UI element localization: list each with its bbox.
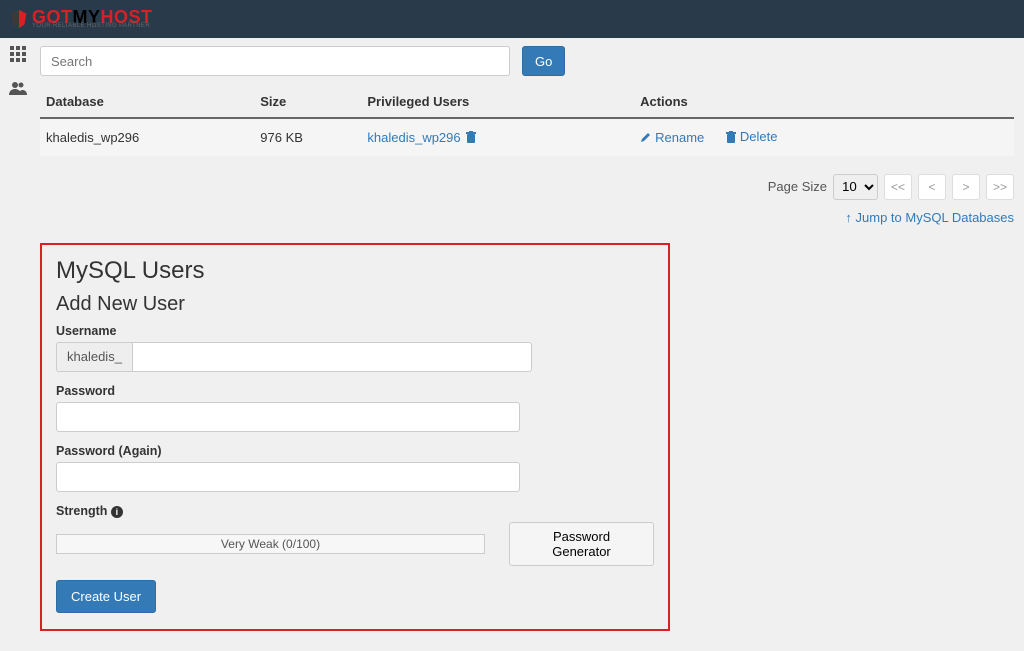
page-size-label: Page Size — [768, 179, 827, 194]
password-generator-button[interactable]: Password Generator — [509, 522, 654, 566]
trash-icon — [726, 131, 736, 143]
shield-icon — [8, 8, 30, 30]
pager-next[interactable]: > — [952, 174, 980, 200]
databases-table: Database Size Privileged Users Actions k… — [40, 86, 1014, 156]
col-header-users: Privileged Users — [361, 86, 634, 118]
pager-prev[interactable]: < — [918, 174, 946, 200]
privileged-user-link[interactable]: khaledis_wp296 — [367, 130, 460, 145]
password-input[interactable] — [56, 402, 520, 432]
strength-meter: Very Weak (0/100) — [56, 534, 485, 554]
main-content: Go Database Size Privileged Users Action… — [36, 38, 1024, 651]
jump-to-databases-link[interactable]: Jump to MySQL Databases — [845, 210, 1014, 225]
brand-logo[interactable]: GOTMYHOST YOUR RELIABLE HOSTING PARTNER — [8, 8, 153, 30]
password-label: Password — [56, 384, 654, 398]
logo-tagline: YOUR RELIABLE HOSTING PARTNER — [32, 23, 153, 29]
grid-icon[interactable] — [10, 46, 26, 67]
rename-action[interactable]: Rename — [640, 130, 704, 145]
search-row: Go — [40, 46, 1014, 76]
pager-first[interactable]: << — [884, 174, 912, 200]
username-input[interactable] — [132, 342, 532, 372]
sidebar — [0, 38, 36, 651]
section-title: MySQL Users — [56, 257, 654, 285]
table-row: khaledis_wp296 976 KB khaledis_wp296 Ren… — [40, 118, 1014, 156]
col-header-size: Size — [254, 86, 361, 118]
info-icon[interactable]: i — [111, 506, 123, 518]
page-size-select[interactable]: 10 — [833, 174, 878, 200]
username-label: Username — [56, 324, 654, 338]
cell-size: 976 KB — [254, 118, 361, 156]
go-button[interactable]: Go — [522, 46, 565, 76]
section-subtitle: Add New User — [56, 293, 654, 316]
delete-action[interactable]: Delete — [726, 129, 778, 144]
username-prefix: khaledis_ — [56, 342, 132, 372]
pager: Page Size 10 << < > >> — [40, 174, 1014, 200]
users-icon[interactable] — [9, 81, 27, 100]
cell-actions: Rename Delete — [634, 118, 1014, 156]
cell-user: khaledis_wp296 — [361, 118, 634, 156]
search-input[interactable] — [40, 46, 510, 76]
password-again-input[interactable] — [56, 462, 520, 492]
col-header-actions: Actions — [634, 86, 1014, 118]
password-again-label: Password (Again) — [56, 444, 654, 458]
mysql-users-section: MySQL Users Add New User Username khaled… — [40, 243, 670, 631]
pencil-icon — [640, 132, 651, 143]
pager-last[interactable]: >> — [986, 174, 1014, 200]
cell-database: khaledis_wp296 — [40, 118, 254, 156]
col-header-database: Database — [40, 86, 254, 118]
topbar: GOTMYHOST YOUR RELIABLE HOSTING PARTNER — [0, 0, 1024, 38]
trash-icon[interactable] — [466, 131, 476, 143]
create-user-button[interactable]: Create User — [56, 580, 156, 613]
strength-label: Strength i — [56, 504, 654, 518]
